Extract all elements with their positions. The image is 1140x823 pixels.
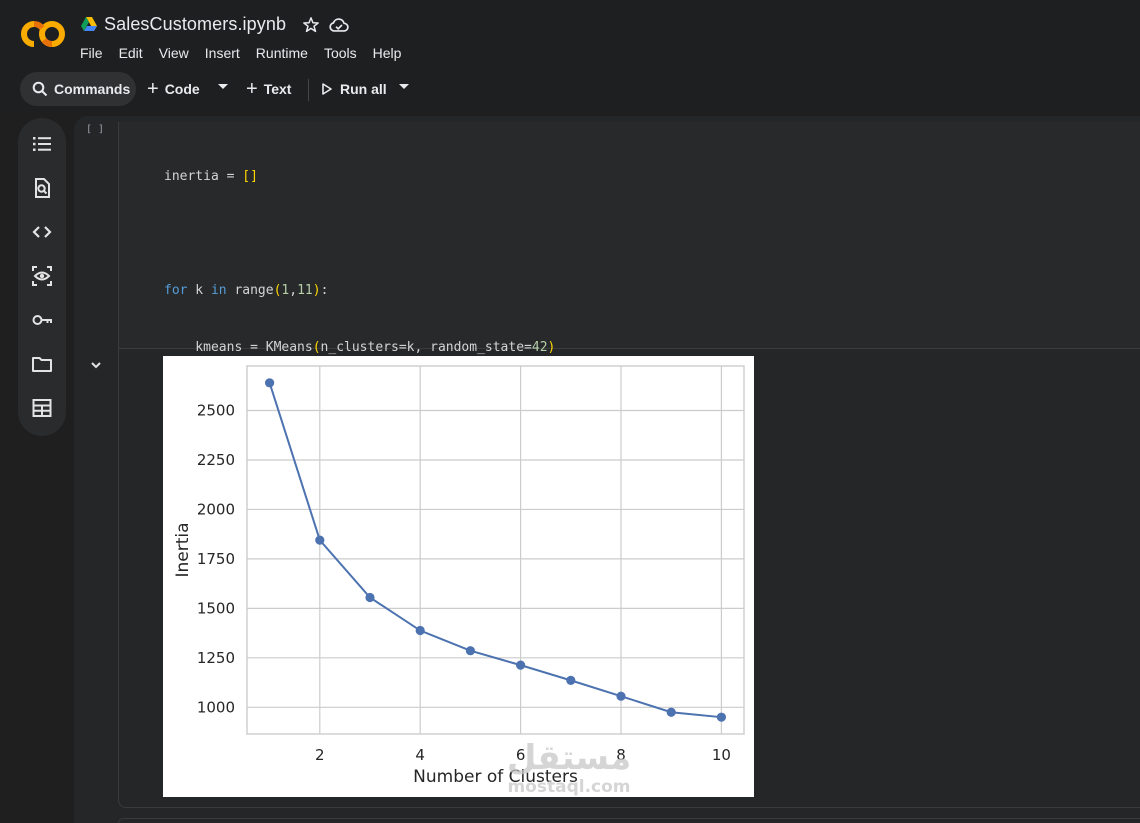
menu-insert[interactable]: Insert [205, 45, 247, 61]
secrets-key-icon[interactable] [30, 308, 54, 332]
colab-logo-icon[interactable] [20, 18, 66, 50]
collapse-output-chevron-icon[interactable] [88, 357, 104, 373]
find-replace-icon[interactable] [30, 176, 54, 200]
cloud-saved-icon[interactable] [328, 16, 350, 34]
y-tick-label: 2500 [197, 402, 235, 420]
menu-bar: File Edit View Insert Runtime Tools Help [80, 45, 417, 61]
data-point [666, 707, 676, 717]
run-all-button[interactable]: Run all [321, 72, 387, 106]
toolbar: Commands + Code + Text Run all [0, 68, 1140, 112]
data-point [716, 712, 727, 722]
code-line-3: for k in range(1,11): [164, 283, 329, 298]
y-tick-label: 2250 [197, 451, 235, 469]
y-tick-label: 1750 [197, 550, 235, 568]
menu-view[interactable]: View [159, 45, 196, 61]
watermark-latin: mostaql.com [507, 777, 631, 797]
y-tick-label: 1000 [197, 698, 235, 716]
run-cell-button[interactable]: [ ] [86, 124, 104, 135]
y-tick-label: 2000 [197, 500, 235, 518]
watermark-arabic: مستقل [506, 738, 632, 778]
data-point [465, 646, 475, 656]
top-bar: SalesCustomers.ipynb File Edit View Inse… [0, 0, 1140, 68]
code-dropdown-icon[interactable] [218, 84, 228, 89]
data-point [516, 660, 526, 670]
mostaql-watermark: مستقل mostaql.com [498, 738, 640, 806]
run-all-label: Run all [340, 81, 387, 97]
code-snippets-icon[interactable] [30, 220, 54, 244]
text-label: Text [263, 81, 292, 97]
menu-runtime[interactable]: Runtime [256, 45, 315, 61]
code-label: Code [164, 81, 200, 97]
play-icon [322, 83, 332, 95]
side-rail [18, 118, 66, 436]
code-line-1: inertia = [] [164, 169, 258, 184]
elbow-line-chart: 2 4 6 8 101000125015001750200022502500Number… [173, 365, 745, 787]
y-tick-label: 1250 [197, 649, 235, 667]
menu-tools[interactable]: Tools [324, 45, 364, 61]
variables-icon[interactable] [30, 264, 54, 288]
google-drive-icon[interactable] [80, 16, 98, 34]
run-all-dropdown-icon[interactable] [399, 84, 409, 89]
plus-icon: + [246, 78, 258, 100]
toolbar-divider [308, 79, 309, 101]
x-tick-label: 10 [712, 746, 731, 764]
plot-area [247, 366, 744, 734]
files-folder-icon[interactable] [30, 352, 54, 376]
table-of-contents-icon[interactable] [30, 132, 54, 156]
x-tick-label: 4 [415, 746, 425, 764]
code-line-4: kmeans = KMeans(n_clusters=k, random_sta… [164, 340, 556, 355]
data-table-icon[interactable] [30, 396, 54, 420]
next-cell-edge [118, 818, 1140, 823]
plus-icon: + [147, 78, 159, 100]
notebook-title[interactable]: SalesCustomers.ipynb [104, 14, 286, 35]
data-point [566, 675, 576, 685]
search-icon [32, 81, 48, 97]
commands-label: Commands [54, 81, 131, 97]
menu-file[interactable]: File [80, 45, 110, 61]
data-point [365, 592, 375, 603]
y-tick-label: 1500 [197, 599, 235, 617]
star-icon[interactable] [302, 16, 320, 34]
add-text-button[interactable]: + Text [246, 72, 291, 106]
menu-edit[interactable]: Edit [119, 45, 150, 61]
data-point [315, 535, 325, 545]
commands-button[interactable]: Commands [20, 72, 136, 106]
data-point [264, 378, 275, 388]
add-code-button[interactable]: + Code [147, 72, 200, 106]
data-point [415, 625, 425, 636]
elbow-plot-output: 2 4 6 8 10 1000 1250 1500 1750 2000 2250 2500 Number… [163, 356, 754, 797]
menu-help[interactable]: Help [373, 45, 409, 61]
y-axis-label: Inertia [173, 522, 193, 577]
x-tick-label: 2 [315, 746, 325, 764]
data-point [616, 691, 626, 701]
